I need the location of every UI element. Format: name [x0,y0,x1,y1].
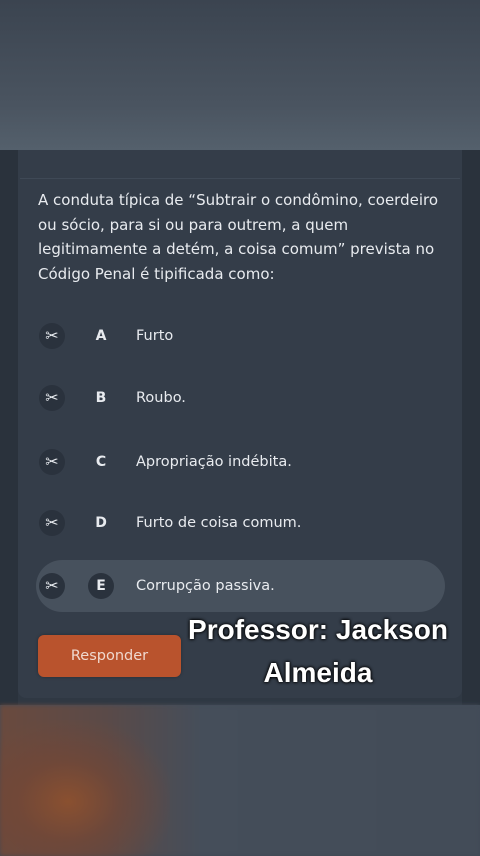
option-letter: D [95,515,107,531]
option-e[interactable]: ✂ E Corrupção passiva. [36,560,445,612]
option-text: Roubo. [136,390,186,406]
option-a[interactable]: ✂ A Furto [36,310,445,362]
blurred-top-background [0,0,480,150]
option-letter: B [95,390,107,406]
option-text: Corrupção passiva. [136,578,275,594]
scissors-icon[interactable]: ✂ [39,323,65,349]
option-c[interactable]: ✂ C Apropriação indébita. [36,436,445,488]
answer-button[interactable]: Responder [38,635,181,677]
option-b[interactable]: ✂ B Roubo. [36,372,445,424]
scissors-icon[interactable]: ✂ [39,385,65,411]
option-text: Apropriação indébita. [136,454,292,470]
card-divider [20,178,460,179]
left-border [0,150,18,705]
scissors-icon[interactable]: ✂ [39,449,65,475]
option-d[interactable]: ✂ D Furto de coisa comum. [36,497,445,549]
option-letter: A [95,328,107,344]
option-text: Furto [136,328,174,344]
scissors-icon[interactable]: ✂ [39,510,65,536]
blurred-orange-glow [0,720,170,856]
question-text: A conduta típica de “Subtrair o condômin… [38,191,439,283]
right-border [462,150,480,705]
option-text: Furto de coisa comum. [136,515,302,531]
option-letter: E [88,573,114,599]
watermark-caption: Professor: Jackson Almeida [188,614,448,688]
scissors-icon[interactable]: ✂ [39,573,65,599]
option-letter: C [95,454,107,470]
